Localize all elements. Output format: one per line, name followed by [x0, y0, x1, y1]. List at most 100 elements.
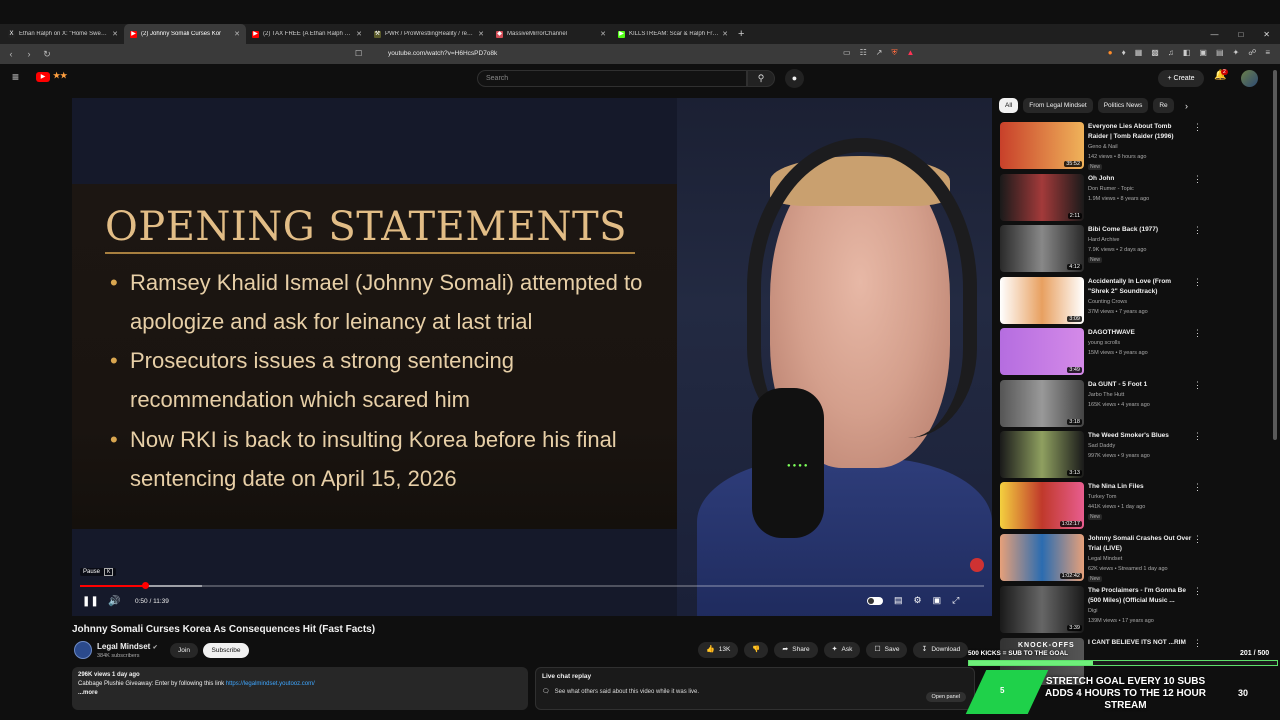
- translate-icon[interactable]: ☷: [860, 48, 867, 58]
- back-icon[interactable]: ‹: [4, 49, 18, 59]
- youtube-logo-icon[interactable]: ▶: [36, 72, 50, 82]
- ask-button[interactable]: ✦ Ask: [823, 642, 861, 658]
- more-options-icon[interactable]: ⋮: [1193, 277, 1202, 288]
- extension-box-icon[interactable]: ▦: [1135, 48, 1143, 57]
- more-options-icon[interactable]: ⋮: [1193, 586, 1202, 597]
- fullscreen-icon[interactable]: ⤢: [952, 595, 959, 606]
- chevron-right-icon[interactable]: ›: [1185, 101, 1188, 111]
- page-scrollbar[interactable]: [1272, 64, 1278, 720]
- recommended-video[interactable]: 2:11 Oh John Don Rumer - Topic 1.9M views •…: [1000, 174, 1270, 222]
- rewards-icon[interactable]: ▲: [906, 48, 914, 58]
- filter-chip[interactable]: All: [999, 98, 1019, 113]
- autoplay-toggle[interactable]: [867, 596, 883, 605]
- browser-tab[interactable]: ▶ KILLSTREAM: Scar & Ralph Friday Fre✕: [612, 24, 734, 44]
- recommended-channel[interactable]: Jarbo The Hutt: [1088, 392, 1124, 398]
- account-avatar[interactable]: [1241, 70, 1258, 87]
- browser-tab[interactable]: ⚒ PWR / ProWrestlingReality / realperv ✕: [368, 24, 490, 44]
- video-thumbnail[interactable]: 4:12: [1000, 225, 1084, 272]
- browser-tab[interactable]: ◆ MassiveMirrorChannel ✕: [490, 24, 612, 44]
- description-box[interactable]: 296K views 1 day ago Cabbage Plushie Giv…: [72, 667, 528, 710]
- close-window-icon[interactable]: ✕: [1263, 30, 1270, 39]
- cast-icon[interactable]: ▭: [843, 48, 851, 58]
- browser-tab[interactable]: ▶ (2) Johnny Somali Curses Kor ✕: [124, 24, 246, 44]
- recommended-channel[interactable]: Don Rumer - Topic: [1088, 186, 1134, 192]
- channel-avatar[interactable]: [74, 641, 92, 659]
- tab-close-icon[interactable]: ✕: [356, 30, 362, 38]
- scrubber-handle[interactable]: [142, 582, 150, 589]
- window-icon[interactable]: ▣: [1199, 48, 1207, 57]
- video-thumbnail[interactable]: 2:11: [1000, 174, 1084, 221]
- extension-fox-icon[interactable]: ●: [1108, 48, 1113, 57]
- video-thumbnail[interactable]: 3:13: [1000, 431, 1084, 478]
- tab-close-icon[interactable]: ✕: [112, 30, 118, 38]
- new-tab-button[interactable]: +: [738, 28, 744, 40]
- recommended-channel[interactable]: Turkey Tom: [1088, 494, 1116, 500]
- share-page-icon[interactable]: ↗: [876, 48, 883, 58]
- recommended-video[interactable]: 1:02:17 The Nina Lin Files Turkey Tom 441K …: [1000, 482, 1270, 530]
- video-player[interactable]: OPENING STATEMENTS • Ramsey Khalid Ismael…: [72, 98, 992, 616]
- extension-tab-icon[interactable]: ▩: [1151, 48, 1159, 57]
- recommended-video[interactable]: 3:09 Accidentally In Love (From "Shrek 2"…: [1000, 277, 1270, 325]
- video-thumbnail[interactable]: 1:02:42: [1000, 534, 1084, 581]
- more-options-icon[interactable]: ⋮: [1193, 122, 1202, 133]
- filter-chip[interactable]: From Legal Mindset: [1023, 98, 1093, 113]
- video-thumbnail[interactable]: 3:39: [1000, 586, 1084, 633]
- tab-close-icon[interactable]: ✕: [600, 30, 606, 38]
- miniplayer-icon[interactable]: ▣: [933, 595, 942, 606]
- create-button[interactable]: + Create: [1158, 70, 1204, 87]
- video-thumbnail[interactable]: 1:02:17: [1000, 482, 1084, 529]
- video-thumbnail[interactable]: 3:09: [1000, 277, 1084, 324]
- browser-tab[interactable]: ▶ (2) TAX FREE (A Ethan Ralph SONG)✕: [246, 24, 368, 44]
- recommended-channel[interactable]: young scrolls: [1088, 340, 1120, 346]
- music-icon[interactable]: ♫: [1168, 48, 1174, 57]
- dislike-button[interactable]: 👎: [744, 642, 769, 658]
- channel-name[interactable]: Legal Mindset ✔: [97, 642, 158, 651]
- recommended-video[interactable]: 4:12 Bibi Come Back (1977) Hard Archive 7.9…: [1000, 225, 1270, 273]
- open-panel-button[interactable]: Open panel: [925, 692, 966, 702]
- more-options-icon[interactable]: ⋮: [1193, 380, 1202, 391]
- tab-close-icon[interactable]: ✕: [722, 30, 728, 38]
- vpn-icon[interactable]: ☍: [1248, 48, 1256, 57]
- filter-chip[interactable]: Re: [1153, 98, 1174, 113]
- recommended-video[interactable]: 3:39 The Proclaimers - I'm Gonna Be (500 …: [1000, 586, 1270, 634]
- settings-gear-icon[interactable]: ⚙: [914, 595, 922, 606]
- channel-watermark-icon[interactable]: [970, 558, 984, 572]
- recommended-video[interactable]: 3:49 DAGOTHWAVE young scrolls 15M views • 8…: [1000, 328, 1270, 376]
- search-icon[interactable]: ⚲: [747, 70, 775, 87]
- hamburger-menu-icon[interactable]: ≡: [12, 70, 19, 84]
- restore-icon[interactable]: □: [1238, 30, 1243, 39]
- captions-icon[interactable]: ▤: [894, 595, 903, 606]
- recommended-video[interactable]: 35:52 Everyone Lies About Tomb Raider | T…: [1000, 122, 1270, 170]
- join-button[interactable]: Join: [170, 643, 198, 658]
- more-options-icon[interactable]: ⋮: [1193, 174, 1202, 185]
- recommended-channel[interactable]: Hard Archive: [1088, 237, 1120, 243]
- download-button[interactable]: ↧ Download: [913, 642, 969, 658]
- reload-icon[interactable]: ↻: [40, 49, 54, 60]
- more-options-icon[interactable]: ⋮: [1193, 534, 1202, 545]
- recommended-video[interactable]: 3:18 Da GUNT - 5 Foot 1 Jarbo The Hutt 165K…: [1000, 380, 1270, 428]
- more-options-icon[interactable]: ⋮: [1193, 482, 1202, 493]
- video-thumbnail[interactable]: 3:49: [1000, 328, 1084, 375]
- more-options-icon[interactable]: ⋮: [1193, 431, 1202, 442]
- recommended-channel[interactable]: Legal Mindset: [1088, 556, 1122, 562]
- save-button[interactable]: ☐ Save: [866, 642, 908, 658]
- extension-puzzle-icon[interactable]: ♦: [1122, 48, 1126, 57]
- settings-puzzle-icon[interactable]: ✦: [1233, 48, 1240, 57]
- recommended-video[interactable]: 1:02:42 Johnny Somali Crashes Out Over Tr…: [1000, 534, 1270, 582]
- browser-menu-icon[interactable]: ≡: [1265, 48, 1270, 57]
- more-options-icon[interactable]: ⋮: [1193, 225, 1202, 236]
- tab-close-icon[interactable]: ✕: [478, 30, 484, 38]
- microphone-icon[interactable]: ●: [785, 69, 804, 88]
- recommended-channel[interactable]: Counting Crows: [1088, 299, 1127, 305]
- brave-shield-icon[interactable]: ⛨: [891, 48, 897, 58]
- recommended-channel[interactable]: Geno & Nail: [1088, 144, 1118, 150]
- like-button[interactable]: 👍 13K: [698, 642, 739, 658]
- filter-chip[interactable]: Politics News: [1097, 98, 1149, 113]
- sidebar-icon[interactable]: ◧: [1183, 48, 1191, 57]
- url-field[interactable]: youtube.com/watch?v=H6HcsPD7o8k: [388, 50, 497, 57]
- description-link[interactable]: https://legalmindset.youtooz.com/: [226, 681, 315, 687]
- doodle-logo-icon[interactable]: ★★: [53, 71, 67, 80]
- volume-icon[interactable]: 🔊: [108, 596, 120, 607]
- tab-close-icon[interactable]: ✕: [234, 30, 240, 38]
- recommended-video[interactable]: 3:13 The Weed Smoker's Blues Sad Daddy 997K…: [1000, 431, 1270, 479]
